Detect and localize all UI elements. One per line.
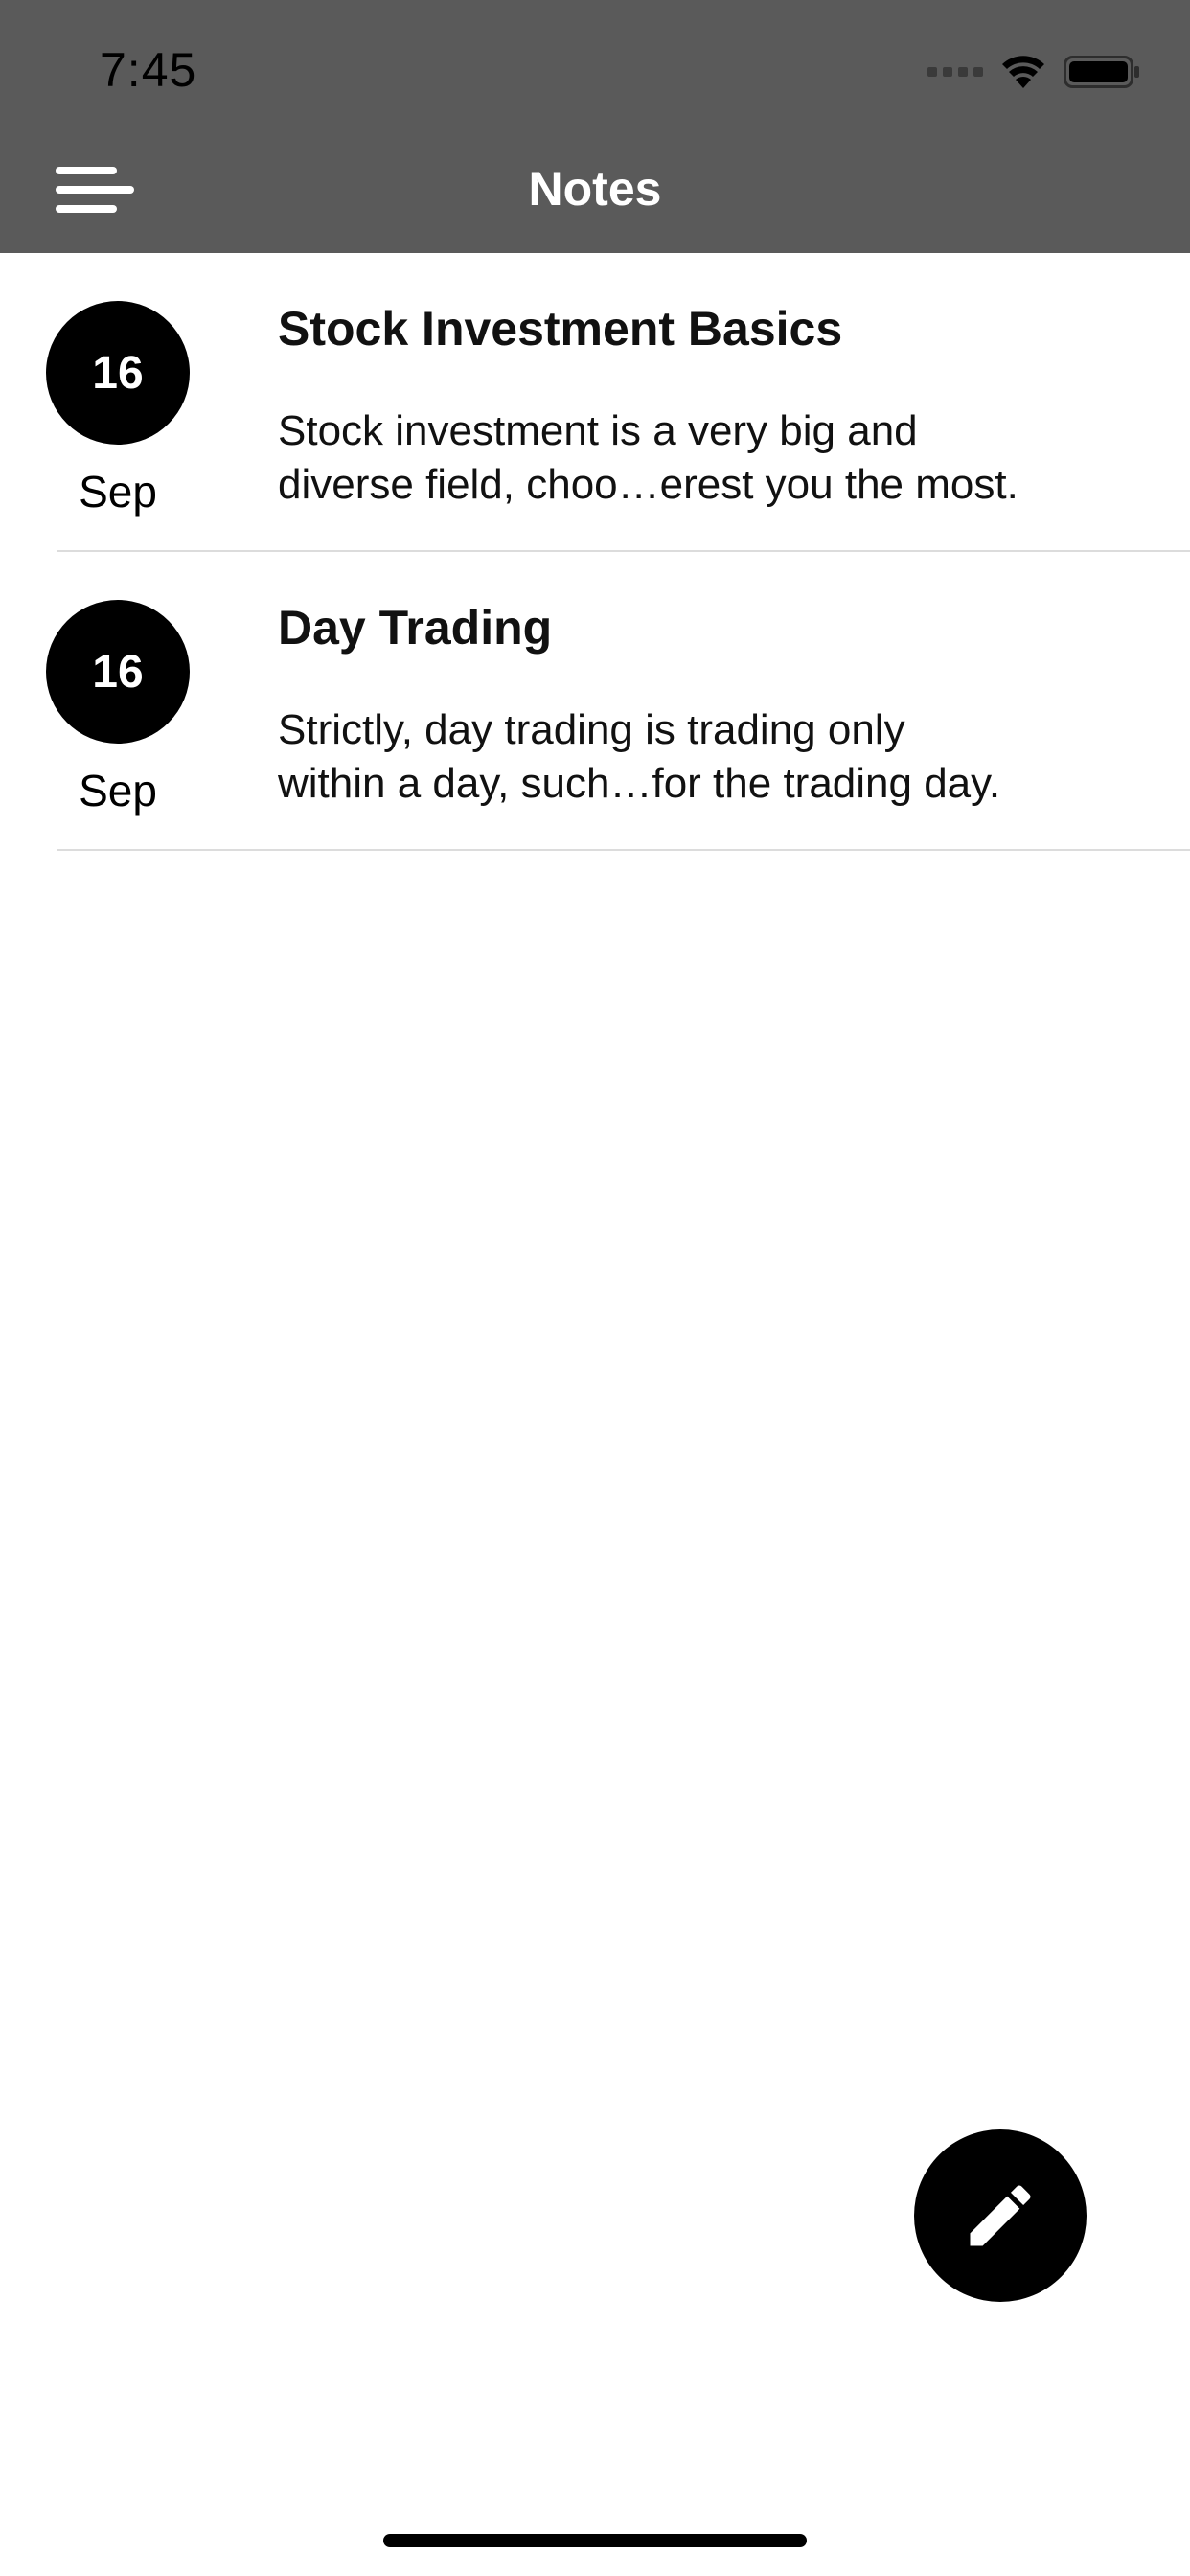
nav-bar: Notes <box>0 144 1190 253</box>
notes-list: 16 Sep Stock Investment Basics Stock inv… <box>0 253 1190 851</box>
note-preview-line: within a day, such…for the trading day. <box>278 760 1001 807</box>
note-preview-line: Strictly, day trading is trading only <box>278 706 905 753</box>
home-indicator[interactable] <box>383 2534 807 2547</box>
note-date-badge: 16 <box>46 301 190 445</box>
pencil-icon <box>970 2185 1031 2246</box>
note-day: 16 <box>92 646 144 698</box>
note-preview-line: Stock investment is a very big and <box>278 407 918 454</box>
note-preview-line: diverse field, choo…erest you the most. <box>278 461 1018 508</box>
header: 7:45 Notes <box>0 0 1190 253</box>
note-title: Stock Investment Basics <box>278 302 843 356</box>
note-list-item[interactable]: 16 Sep Stock Investment Basics Stock inv… <box>0 253 1190 552</box>
note-day: 16 <box>92 347 144 399</box>
status-time: 7:45 <box>100 43 197 97</box>
note-preview: Strictly, day trading is trading only wi… <box>278 703 1140 811</box>
page-title: Notes <box>528 162 662 216</box>
status-icons <box>927 50 1140 94</box>
note-month: Sep <box>79 766 157 816</box>
notes-app-screen: 7:45 Notes 16 Sep Stock Investment Basic… <box>0 0 1190 2576</box>
note-preview: Stock investment is a very big and diver… <box>278 404 1140 512</box>
note-title: Day Trading <box>278 601 553 655</box>
compose-note-button[interactable] <box>914 2129 1087 2302</box>
cellular-signal-icon <box>927 67 983 77</box>
note-month: Sep <box>79 467 157 517</box>
note-date-badge: 16 <box>46 600 190 744</box>
note-list-item[interactable]: 16 Sep Day Trading Strictly, day trading… <box>0 552 1190 851</box>
battery-icon <box>1064 54 1140 90</box>
wifi-icon <box>1000 54 1046 90</box>
